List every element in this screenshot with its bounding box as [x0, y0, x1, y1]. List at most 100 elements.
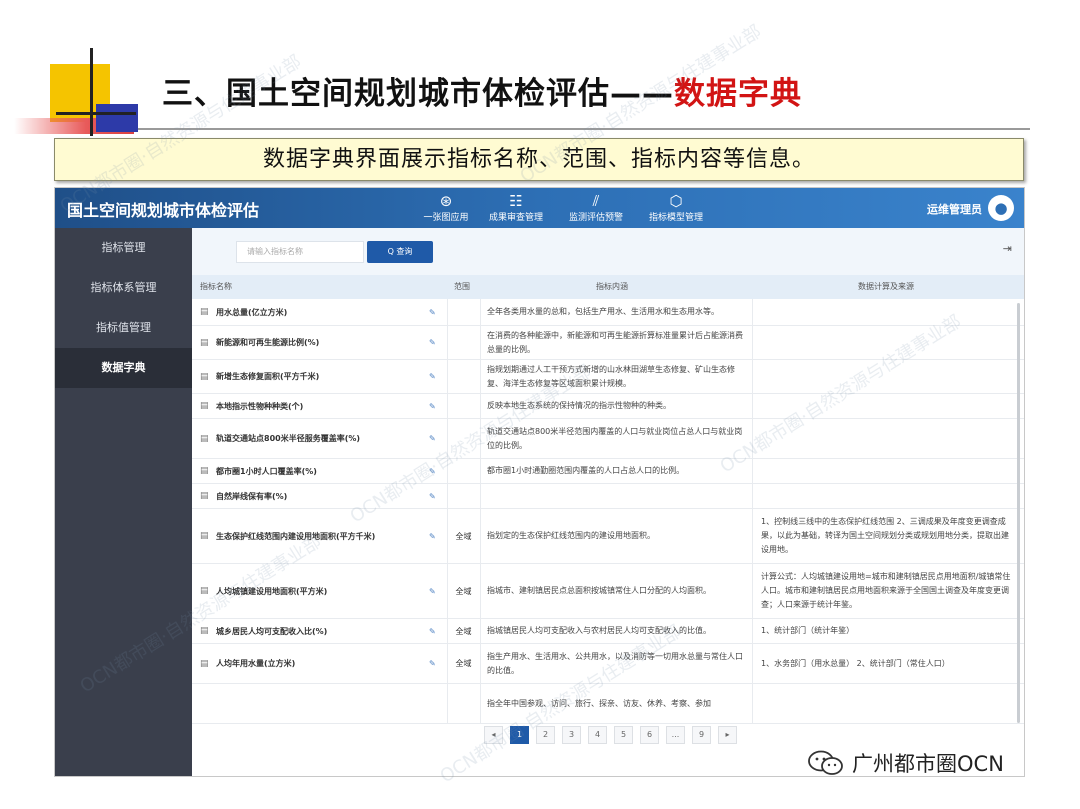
cube-icon: ⬡: [669, 192, 683, 210]
indicator-range: [447, 419, 479, 458]
edit-icon[interactable]: ✎: [429, 509, 441, 563]
table-row[interactable]: ▤ 城乡居民人均可支配收入比(%) ✎ 全域 指城镇居民人均可支配收入与农村居民人均可支…: [192, 619, 1024, 644]
pager-prev-button[interactable]: ◂: [484, 726, 503, 744]
table-row[interactable]: ▤ 自然岸线保有率(%) ✎: [192, 484, 1024, 509]
pager-page-button[interactable]: 9: [692, 726, 711, 744]
indicator-name: 城乡居民人均可支配收入比(%): [216, 626, 328, 636]
indicator-name: 新能源和可再生能源比例(%): [216, 338, 320, 347]
table-row[interactable]: ▤ 都市圈1小时人口覆盖率(%) ✎ 都市圈1小时通勤圈范围内覆盖的人口占总人口的比例…: [192, 459, 1024, 484]
decor-vertical-line: [90, 48, 93, 136]
edit-icon[interactable]: ✎: [429, 564, 441, 618]
nav-item-map[interactable]: ⊛ 一张图应用: [411, 192, 481, 223]
table-row[interactable]: ▤ 人均年用水量(立方米) ✎ 全域 指生产用水、生活用水、公共用水，以及消防等一切用水…: [192, 644, 1024, 684]
user-name[interactable]: 运维管理员: [927, 201, 982, 217]
document-icon: ▤: [200, 337, 209, 348]
table-row[interactable]: ▤ 用水总量(亿立方米) ✎ 全年各类用水量的总和，包括生产用水、生活用水和生态用水等…: [192, 299, 1024, 326]
slide-title-main: 三、国土空间规划城市体检评估——: [162, 76, 674, 112]
table-body: ▤ 用水总量(亿立方米) ✎ 全年各类用水量的总和，包括生产用水、生活用水和生态用水等…: [192, 299, 1024, 724]
indicator-calc: 1、水务部门（用水总量） 2、统计部门（常住人口）: [752, 644, 1020, 683]
indicator-range: [447, 684, 479, 723]
search-input[interactable]: 请输入指标名称: [236, 241, 364, 263]
toolbar: 请输入指标名称 Q 查询 ⇥: [192, 228, 1024, 275]
pager-page-button[interactable]: 1: [510, 726, 529, 744]
indicator-content: 指划定的生态保护红线范围内的建设用地面积。: [480, 509, 752, 563]
chart-warning-icon: ⫽: [592, 192, 600, 210]
user-icon: ●: [994, 199, 1008, 217]
table-row[interactable]: ▤ 新增生态修复面积(平方千米) ✎ 指规划期通过人工干预方式新增的山水林田湖草生态修…: [192, 360, 1024, 394]
nav-item-monitor[interactable]: ⫽ 监测评估预警: [561, 192, 631, 223]
edit-icon[interactable]: ✎: [429, 619, 441, 643]
pager-page-button[interactable]: 5: [614, 726, 633, 744]
indicator-name: 人均城镇建设用地面积(平方米): [216, 586, 328, 596]
pager-page-button[interactable]: 6: [640, 726, 659, 744]
table-row[interactable]: ▤ 新能源和可再生能源比例(%) ✎ 在消费的各种能源中，新能源和可再生能源折算标准量…: [192, 326, 1024, 360]
edit-icon[interactable]: ✎: [429, 419, 441, 458]
table-row[interactable]: ▤ 人均城镇建设用地面积(平方米) ✎ 全域 指城市、建制镇居民点总面积按城镇常住人口分…: [192, 564, 1024, 619]
edit-icon[interactable]: ✎: [429, 459, 441, 483]
indicator-name: 人均年用水量(立方米): [216, 659, 296, 668]
edit-icon[interactable]: ✎: [429, 484, 441, 508]
edit-icon[interactable]: ✎: [429, 394, 441, 418]
nav-item-model[interactable]: ⬡ 指标模型管理: [641, 192, 711, 223]
nav-item-review[interactable]: ☷ 成果审查管理: [481, 192, 551, 223]
table-row[interactable]: 指全年中国参观、访问、旅行、探亲、访友、休养、考察、参加: [192, 684, 1024, 724]
indicator-name: 本地指示性物种种类(个): [216, 401, 304, 411]
app-header: 国土空间规划城市体检评估 ⊛ 一张图应用 ☷ 成果审查管理 ⫽ 监测评估预警 ⬡…: [55, 188, 1024, 228]
app-window: 国土空间规划城市体检评估 ⊛ 一张图应用 ☷ 成果审查管理 ⫽ 监测评估预警 ⬡…: [54, 187, 1025, 777]
app-title: 国土空间规划城市体检评估: [67, 201, 260, 220]
sidebar-item-data-dictionary[interactable]: 数据字典: [55, 348, 192, 388]
indicator-range: [447, 394, 479, 418]
indicator-calc: [752, 360, 1020, 393]
document-icon: ▤: [200, 531, 209, 541]
avatar[interactable]: ●: [988, 195, 1014, 221]
slide-title: 三、国土空间规划城市体检评估——数据字典: [162, 68, 802, 113]
nav-item-label: 监测评估预警: [568, 213, 623, 223]
edit-icon[interactable]: ✎: [429, 326, 441, 359]
edit-icon[interactable]: ✎: [429, 644, 441, 683]
indicator-range: [447, 360, 479, 393]
table-scrollbar[interactable]: [1017, 303, 1020, 723]
table-row[interactable]: ▤ 本地指示性物种种类(个) ✎ 反映本地生态系统的保持情况的指示性物种的种类。: [192, 394, 1024, 419]
decor-blue-block: [96, 104, 138, 132]
document-icon: ▤: [200, 433, 209, 444]
indicator-name: 用水总量(亿立方米): [216, 307, 288, 317]
document-icon: [200, 684, 212, 723]
indicator-content: 轨道交通站点800米半径范围内覆盖的人口与就业岗位占总人口与就业岗位的比例。: [480, 419, 752, 458]
edit-icon[interactable]: ✎: [429, 360, 441, 393]
indicator-calc: [752, 419, 1020, 458]
document-icon: ▤: [200, 307, 209, 317]
edit-icon[interactable]: [429, 684, 441, 723]
indicator-calc: [752, 459, 1020, 483]
sidebar-item-indicator-value[interactable]: 指标值管理: [55, 308, 192, 348]
indicator-calc: 1、统计部门（统计年鉴）: [752, 619, 1020, 643]
pager-next-button[interactable]: ▸: [718, 726, 737, 744]
indicator-content: 指全年中国参观、访问、旅行、探亲、访友、休养、考察、参加: [480, 684, 752, 723]
table-row[interactable]: ▤ 生态保护红线范围内建设用地面积(平方千米) ✎ 全域 指划定的生态保护红线范围内的建…: [192, 509, 1024, 564]
sidebar: 指标管理 指标体系管理 指标值管理 数据字典: [55, 228, 192, 776]
pager-page-button[interactable]: 3: [562, 726, 581, 744]
pager-page-button[interactable]: 4: [588, 726, 607, 744]
nav-item-label: 成果审查管理: [488, 213, 543, 223]
indicator-calc: 计算公式：人均城镇建设用地=城市和建制镇居民点用地面积/城镇常住人口。城市和建制…: [752, 564, 1020, 618]
indicator-range: 全域: [447, 619, 479, 643]
document-icon: ▤: [200, 401, 209, 411]
document-icon: ▤: [200, 491, 209, 501]
column-header-calc: 数据计算及来源: [858, 282, 914, 291]
edit-icon[interactable]: ✎: [429, 299, 441, 325]
document-icon: ▤: [200, 626, 209, 636]
column-header-name: 指标名称: [200, 282, 232, 291]
export-icon[interactable]: ⇥: [1003, 242, 1012, 255]
pager-page-button[interactable]: ...: [666, 726, 685, 744]
search-button[interactable]: Q 查询: [367, 241, 433, 263]
indicator-content: 指规划期通过人工干预方式新增的山水林田湖草生态修复、矿山生态修复、海洋生态修复等…: [480, 360, 752, 393]
nav-item-label: 一张图应用: [423, 213, 469, 223]
document-icon: ▤: [200, 658, 209, 669]
indicator-content: 指城镇居民人均可支配收入与农村居民人均可支配收入的比值。: [480, 619, 752, 643]
indicator-range: [447, 459, 479, 483]
table-row[interactable]: ▤ 轨道交通站点800米半径服务覆盖率(%) ✎ 轨道交通站点800米半径范围内覆盖的…: [192, 419, 1024, 459]
sidebar-item-indicator-manage[interactable]: 指标管理: [55, 228, 192, 268]
sidebar-item-indicator-system[interactable]: 指标体系管理: [55, 268, 192, 308]
table-header: 指标名称 范围 指标内涵 数据计算及来源: [192, 275, 1024, 299]
indicator-name: 自然岸线保有率(%): [216, 491, 288, 501]
pager-page-button[interactable]: 2: [536, 726, 555, 744]
